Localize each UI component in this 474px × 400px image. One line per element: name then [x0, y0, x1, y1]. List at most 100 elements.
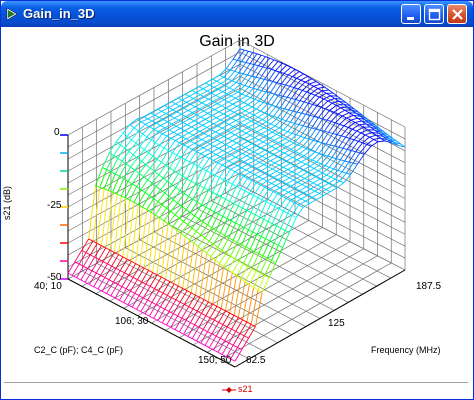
surface-mesh-line	[200, 153, 206, 157]
surface-mesh-line	[268, 262, 277, 278]
surface-mesh-line	[201, 312, 207, 317]
surface-mesh-line	[273, 173, 282, 178]
surface-mesh-line	[317, 141, 322, 144]
surface-mesh-line	[179, 331, 184, 335]
surface-mesh-line	[281, 154, 289, 160]
surface-mesh-line	[238, 150, 243, 154]
surface-mesh-line	[155, 142, 161, 146]
surface-mesh-line	[278, 208, 284, 212]
surface-mesh-line	[170, 101, 176, 105]
surface-mesh-line	[243, 212, 252, 228]
surface-mesh-line	[218, 321, 224, 326]
surface-mesh-line	[148, 304, 157, 317]
surface-mesh-line	[358, 140, 363, 144]
surface-mesh-line	[176, 154, 182, 158]
surface-mesh-line	[243, 171, 251, 177]
surface-mesh-line	[235, 153, 243, 158]
surface-mesh-line	[290, 121, 295, 124]
surface-mesh-line	[145, 123, 150, 128]
surface-mesh-line	[270, 156, 278, 162]
surface-mesh-line	[331, 100, 340, 104]
surface-mesh-line	[110, 284, 119, 297]
surface-mesh-line	[234, 244, 243, 260]
surface-plot[interactable]	[0, 0, 474, 400]
surface-mesh-line	[211, 111, 220, 116]
surface-mesh-line	[131, 173, 140, 185]
surface-mesh-line	[333, 107, 341, 113]
surface-mesh-line	[314, 94, 320, 98]
surface-mesh-line	[198, 86, 204, 90]
surface-mesh-line	[151, 301, 157, 306]
surface-mesh-line	[216, 76, 224, 82]
surface-mesh-line	[330, 113, 339, 122]
surface-mesh-line	[198, 326, 204, 330]
surface-mesh-line	[214, 105, 222, 110]
surface-mesh-line	[172, 190, 181, 201]
x-tick-0: 40; 10	[34, 281, 62, 292]
surface-mesh-line	[230, 205, 239, 221]
surface-mesh-line	[204, 237, 210, 242]
surface-mesh-line	[124, 139, 132, 149]
surface-mesh-line	[222, 324, 228, 328]
surface-mesh-line	[209, 117, 217, 122]
surface-mesh-line	[225, 183, 233, 200]
surface-mesh-line	[153, 125, 161, 130]
surface-mesh-line	[253, 114, 259, 118]
surface-mesh-line	[217, 103, 222, 107]
surface-mesh-line	[287, 123, 296, 132]
surface-mesh-line	[111, 265, 117, 269]
surface-mesh-line	[208, 135, 213, 139]
surface-mesh-line	[169, 115, 175, 119]
surface-mesh-line	[110, 295, 116, 299]
surface-mesh-line	[202, 84, 211, 90]
surface-mesh-line	[240, 83, 245, 86]
surface-mesh-line	[208, 131, 216, 137]
surface-mesh-line	[83, 265, 88, 269]
surface-mesh-line	[242, 192, 250, 209]
surface-mesh-line	[198, 122, 203, 126]
surface-mesh-line	[159, 217, 165, 222]
surface-mesh-line	[308, 176, 316, 182]
surface-mesh-line	[161, 150, 169, 163]
surface-mesh-line	[244, 335, 249, 339]
surface-mesh-line	[118, 254, 124, 258]
surface-mesh-line	[305, 200, 311, 204]
surface-mesh-line	[236, 263, 244, 277]
surface-mesh-line	[354, 121, 360, 126]
surface-mesh-line	[312, 104, 317, 107]
surface-mesh-line	[350, 119, 356, 123]
surface-mesh-line	[303, 125, 308, 128]
surface-mesh-line	[240, 108, 246, 112]
surface-mesh-line	[94, 245, 102, 258]
surface-mesh-line	[150, 131, 159, 141]
surface-mesh-line	[282, 144, 288, 148]
surface-mesh-line	[239, 48, 245, 51]
legend-divider	[4, 382, 468, 383]
surface-mesh-line	[96, 272, 101, 276]
surface-mesh-line	[191, 86, 199, 91]
surface-mesh-line	[123, 178, 129, 182]
surface-mesh-line	[304, 174, 312, 179]
surface-mesh-line	[354, 120, 362, 123]
surface-mesh-line	[184, 89, 193, 95]
surface-mesh-line	[319, 174, 328, 180]
surface-mesh-line	[213, 196, 222, 213]
surface-mesh-line	[209, 209, 215, 213]
surface-mesh-line	[120, 144, 125, 149]
surface-mesh-line	[308, 180, 314, 184]
surface-mesh-line	[186, 98, 194, 103]
surface-mesh-line	[241, 61, 246, 63]
surface-mesh-line	[223, 255, 231, 267]
surface-mesh-line	[130, 290, 136, 294]
surface-mesh-line	[182, 161, 191, 177]
surface-mesh-line	[225, 107, 231, 111]
surface-mesh-line	[214, 319, 219, 323]
surface-mesh-line	[199, 185, 205, 189]
surface-mesh-line	[246, 118, 252, 122]
surface-mesh-line	[239, 118, 248, 124]
surface-mesh-line	[188, 132, 194, 136]
surface-mesh-line	[145, 283, 151, 287]
surface-mesh-line	[294, 161, 302, 167]
surface-mesh-line	[175, 299, 181, 303]
surface-mesh-line	[359, 144, 368, 154]
